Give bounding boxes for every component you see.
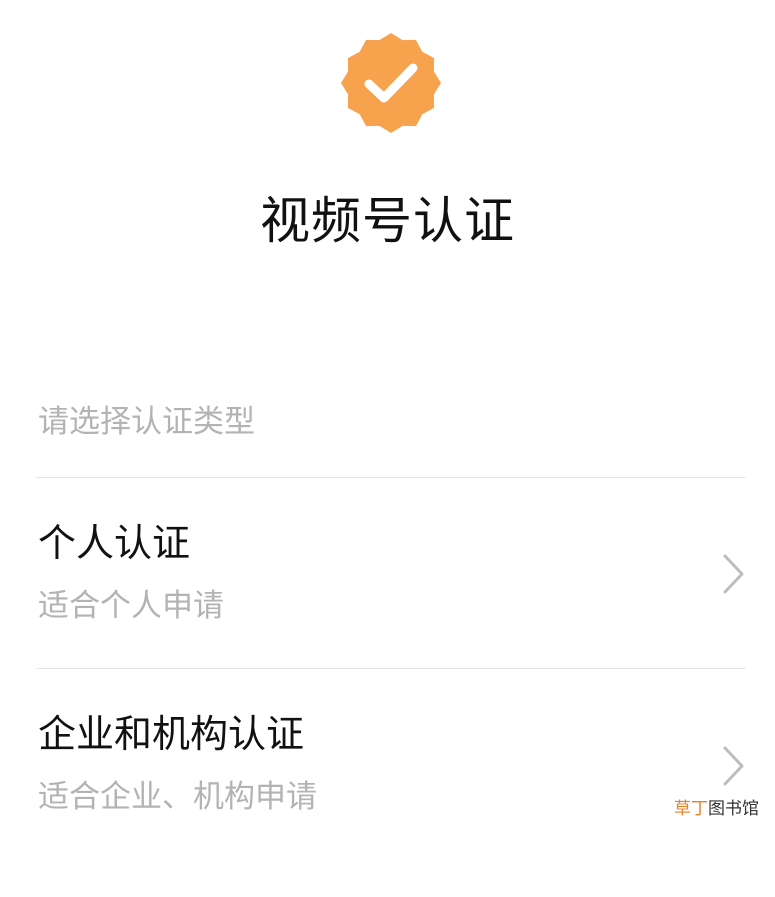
- personal-verification-option[interactable]: 个人认证 适合个人申请: [0, 516, 775, 706]
- divider: [36, 477, 746, 478]
- chevron-right-icon: [716, 744, 750, 788]
- option-title: 企业和机构认证: [38, 712, 305, 756]
- page-title: 视频号认证: [260, 192, 515, 250]
- watermark-text: 图书馆: [708, 799, 759, 819]
- divider: [36, 668, 746, 669]
- enterprise-verification-option[interactable]: 企业和机构认证 适合企业、机构申请: [0, 707, 775, 897]
- option-subtitle: 适合个人申请: [38, 588, 224, 624]
- option-title: 个人认证: [38, 521, 191, 565]
- verified-badge-icon: [339, 31, 443, 135]
- option-subtitle: 适合企业、机构申请: [38, 779, 317, 815]
- section-label: 请选择认证类型: [38, 404, 255, 440]
- chevron-right-icon: [716, 552, 750, 596]
- watermark: 草丁图书馆: [674, 797, 759, 821]
- watermark-accent: 草丁: [674, 799, 708, 819]
